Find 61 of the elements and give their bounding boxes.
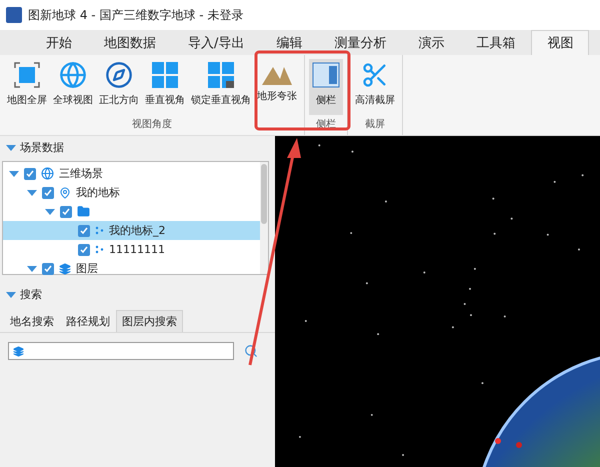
checkbox[interactable]	[60, 206, 72, 218]
checkbox[interactable]	[42, 262, 54, 274]
grid-lock-icon	[207, 61, 235, 89]
tree-row[interactable]: 三维场景	[3, 164, 260, 183]
menu-tab[interactable]: 演示	[402, 30, 460, 55]
tree-row[interactable]: 我的地标_2	[3, 221, 260, 240]
ribbon-button[interactable]: 锁定垂直视角	[188, 59, 254, 115]
search-tab[interactable]: 地名搜索	[4, 310, 60, 332]
tree-row[interactable]: 我的地标	[3, 183, 260, 202]
menu-tab[interactable]: 编辑	[260, 30, 318, 55]
grid-icon	[151, 61, 179, 89]
tree-label: 图层	[76, 261, 98, 276]
ribbon-button[interactable]: 地图全屏	[4, 59, 50, 115]
folder-icon	[77, 205, 90, 218]
group-label: 视图角度	[131, 118, 173, 132]
panel-header[interactable]: 场景数据	[0, 136, 275, 159]
tree-label: 我的地标_2	[109, 223, 166, 238]
menu-tab[interactable]: 视图	[531, 30, 590, 55]
checkbox[interactable]	[42, 186, 54, 198]
checkbox[interactable]	[78, 244, 90, 256]
ribbon-button[interactable]: 全球视图	[50, 59, 96, 115]
search-icon[interactable]	[244, 344, 258, 358]
scrollbar[interactable]	[260, 162, 268, 274]
dots-icon	[95, 226, 104, 235]
tree-row[interactable]: 11111111	[3, 240, 260, 259]
tree-label: 三维场景	[59, 166, 103, 181]
expand-triangle-icon	[6, 144, 16, 150]
compass-icon	[105, 61, 133, 89]
fullscreen-icon	[13, 61, 41, 89]
search-field[interactable]	[8, 342, 234, 360]
tree-row[interactable]: 图层	[3, 259, 260, 278]
menu-tab[interactable]: 地图数据	[88, 30, 172, 55]
ribbon-button[interactable]: 正北方向	[96, 59, 142, 115]
panel-title: 搜索	[20, 287, 42, 302]
layers-icon	[59, 262, 71, 274]
ribbon-button[interactable]: 垂直视角	[142, 59, 188, 115]
globe-icon	[41, 167, 54, 180]
sidebar-icon	[312, 61, 340, 89]
tree-label: 11111111	[109, 243, 165, 256]
dots-icon	[95, 245, 104, 254]
expand-triangle-icon	[6, 292, 16, 298]
panel-header[interactable]: 搜索	[0, 283, 275, 306]
globe-icon	[59, 61, 87, 89]
ribbon-button[interactable]: 高清截屏	[352, 59, 398, 115]
tree-label: 我的地标	[76, 185, 120, 200]
checkbox[interactable]	[78, 224, 90, 236]
search-tab[interactable]: 图层内搜索	[116, 310, 183, 332]
app-logo-icon	[6, 7, 22, 23]
ribbon-button[interactable]: 地形夸张	[254, 59, 300, 115]
checkbox[interactable]	[24, 168, 36, 180]
group-label: 截屏	[364, 118, 386, 132]
menu-tab[interactable]: 开始	[30, 30, 88, 55]
search-tab[interactable]: 路径规划	[60, 310, 116, 332]
menu-tab[interactable]: 导入/导出	[172, 30, 260, 55]
window-title: 图新地球 4 - 国产三维数字地球 - 未登录	[28, 6, 244, 24]
panel-title: 场景数据	[20, 140, 64, 155]
pin-icon	[59, 186, 71, 198]
ribbon-button[interactable]: 侧栏	[309, 59, 343, 115]
menu-tab[interactable]: 工具箱	[460, 30, 532, 55]
layers-icon	[13, 346, 24, 356]
menu-tab[interactable]: 测量分析	[318, 30, 402, 55]
